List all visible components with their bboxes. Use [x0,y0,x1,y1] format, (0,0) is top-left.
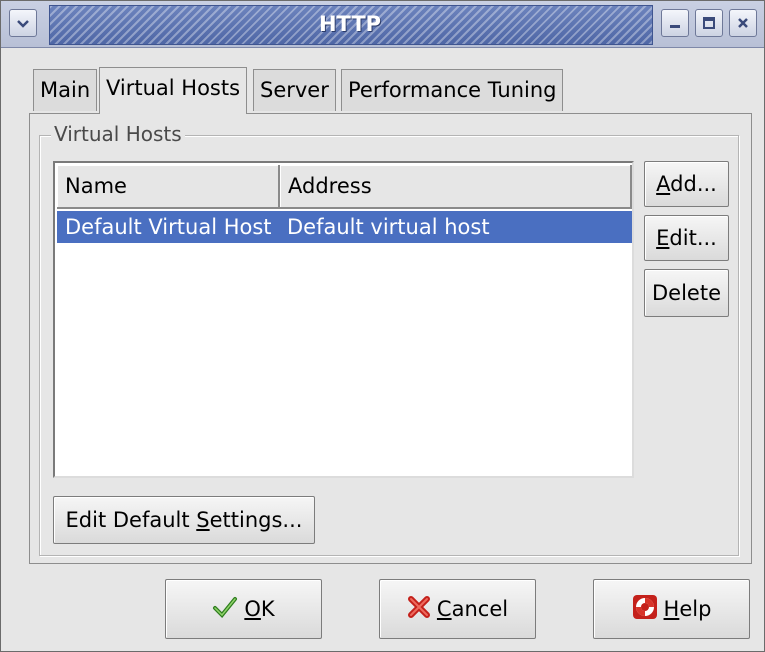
maximize-button[interactable] [695,9,723,37]
http-dialog-window: HTTP Main Virtual Hosts Server Performan… [0,0,765,652]
cancel-label-rest: ancel [451,597,509,621]
add-label: dd... [670,172,717,196]
close-icon [736,11,750,35]
table-row[interactable]: Default Virtual Host Default virtual hos… [57,211,632,243]
window-menu-button[interactable] [9,9,37,37]
checkmark-icon [212,595,238,624]
column-header-address[interactable]: Address [280,165,632,209]
window-title: HTTP [318,12,382,36]
tab-virtual-hosts[interactable]: Virtual Hosts [99,67,248,114]
tab-performance-tuning[interactable]: Performance Tuning [341,69,564,111]
tab-server[interactable]: Server [253,69,336,111]
ok-label: OK [244,597,274,621]
ok-mnemonic: O [244,597,261,621]
tab-main[interactable]: Main [33,69,98,111]
chevron-down-icon [15,11,31,35]
cancel-mnemonic: C [436,597,452,621]
cancel-label: Cancel [437,597,508,621]
add-button[interactable]: Add... [644,161,729,207]
delete-button[interactable]: Delete [644,269,729,317]
edit-mnemonic: E [656,226,670,250]
ok-label-rest: K [260,597,275,621]
help-button[interactable]: Help [593,579,750,639]
cancel-button[interactable]: Cancel [379,579,536,639]
virtual-hosts-list[interactable]: Name Address Default Virtual Host Defaul… [53,161,634,478]
help-label: Help [664,597,712,621]
title-bar[interactable]: HTTP [1,1,764,48]
help-label-rest: elp [679,597,712,621]
edit-default-label-end: ettings... [209,508,303,532]
lifebuoy-icon [632,594,658,625]
edit-default-label-start: Edit Default [65,508,197,532]
edit-default-mnemonic: S [196,508,210,532]
column-header-name[interactable]: Name [57,165,280,209]
row-address-cell: Default virtual host [287,215,490,239]
minimize-icon [668,11,682,35]
close-button[interactable] [729,9,757,37]
cancel-x-icon [407,595,431,624]
maximize-icon [702,11,716,35]
minimize-button[interactable] [661,9,689,37]
edit-default-settings-button[interactable]: Edit Default Settings... [53,496,315,544]
help-mnemonic: H [663,597,680,621]
virtual-hosts-group-label: Virtual Hosts [51,122,185,146]
ok-button[interactable]: OK [165,579,322,639]
add-mnemonic: A [656,172,671,196]
edit-label: dit... [669,226,717,250]
row-name-cell: Default Virtual Host [65,215,272,239]
edit-button[interactable]: Edit... [644,215,729,261]
